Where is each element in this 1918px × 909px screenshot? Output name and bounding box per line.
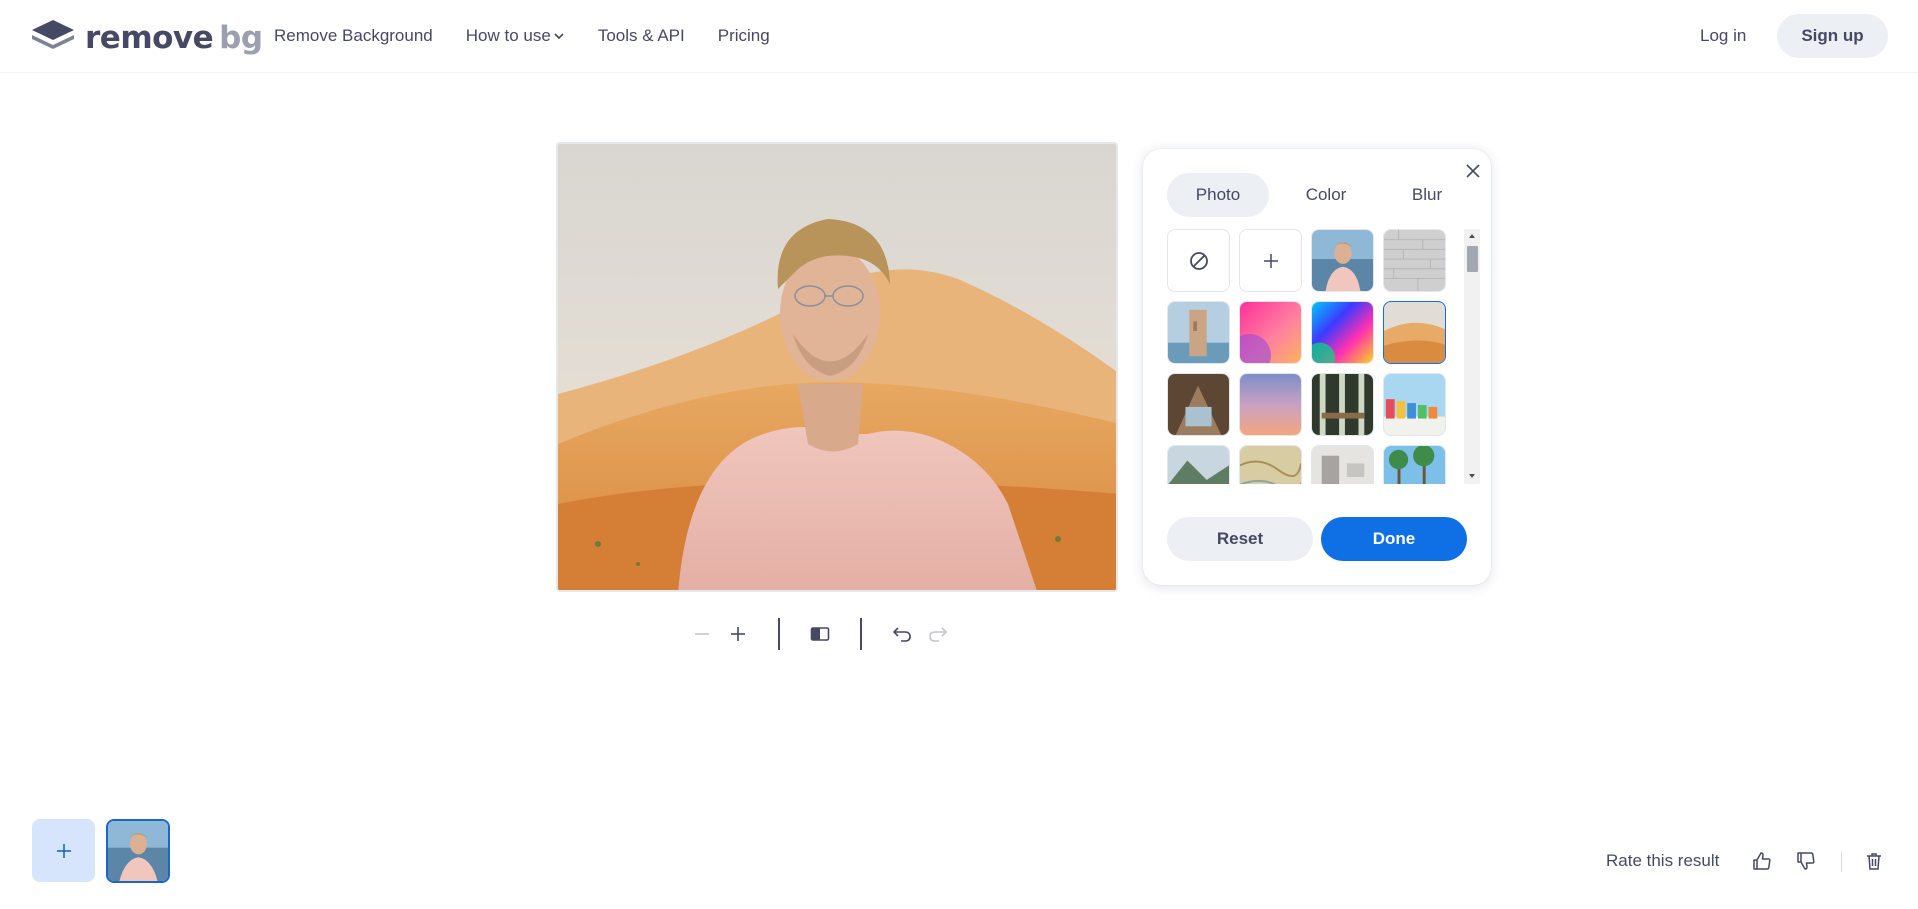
scroll-down-arrow-icon[interactable] (1467, 471, 1477, 481)
thumbs-down-icon (1797, 852, 1815, 870)
background-type-tabs: Photo Color Blur (1167, 173, 1471, 217)
background-thumb-original[interactable] (1311, 229, 1374, 292)
plus-icon (1263, 253, 1278, 268)
plus-icon (731, 627, 745, 641)
chevron-down-icon (554, 33, 564, 40)
thumb-image (1384, 446, 1445, 484)
thumb-image (1384, 230, 1445, 291)
rate-result-label: Rate this result (1606, 851, 1720, 870)
thumb-image (1240, 302, 1301, 363)
redo-button[interactable] (920, 617, 956, 651)
thumbs-up-button[interactable] (1749, 848, 1775, 874)
trash-icon (1867, 853, 1881, 870)
undo-icon (892, 627, 911, 642)
thumbs-down-button[interactable] (1793, 848, 1819, 874)
logo-wordmark: remove bg (85, 20, 263, 56)
thumb-image (1240, 374, 1301, 435)
thumb-image (1168, 302, 1229, 363)
delete-button[interactable] (1861, 848, 1887, 874)
background-thumb-map[interactable] (1239, 445, 1302, 484)
removebg-logo[interactable]: remove bg (31, 18, 263, 57)
nav-pricing[interactable]: Pricing (718, 24, 770, 48)
nav-label: How to use (465, 26, 551, 45)
undo-button[interactable] (884, 617, 920, 651)
background-thumb-brick-wall[interactable] (1383, 229, 1446, 292)
current-image-thumbnail[interactable] (106, 819, 170, 883)
background-thumb-mountain-valley[interactable] (1167, 445, 1230, 484)
footer-divider (1841, 852, 1842, 872)
reset-button[interactable]: Reset (1167, 517, 1313, 561)
background-thumb-office-room[interactable] (1311, 445, 1374, 484)
nav-tools-api[interactable]: Tools & API (598, 24, 685, 48)
nav-how-to-use[interactable]: How to use (466, 24, 565, 48)
done-button[interactable]: Done (1321, 517, 1467, 561)
logo-layers-icon (31, 18, 75, 57)
toolbar-divider (860, 618, 862, 650)
nav-remove-background[interactable]: Remove Background (274, 24, 433, 48)
signup-button[interactable]: Sign up (1777, 14, 1888, 58)
nav-label: Pricing (717, 26, 770, 45)
logo-word-remove: remove (85, 19, 214, 56)
no-background-icon (1189, 251, 1208, 270)
zoom-out-button[interactable] (684, 617, 720, 651)
thumb-image (108, 821, 168, 881)
tab-photo[interactable]: Photo (1167, 173, 1269, 217)
thumb-image (1384, 374, 1445, 435)
background-thumb-wooden-arch[interactable] (1167, 373, 1230, 436)
background-thumb-cafe-interior[interactable] (1311, 373, 1374, 436)
preview-toolbar (684, 617, 956, 651)
top-header: remove bg Remove Background How to use To… (0, 0, 1918, 73)
add-image-button[interactable] (32, 819, 95, 882)
thumb-image (1240, 446, 1301, 484)
upload-background-option[interactable] (1239, 229, 1302, 292)
minus-icon (695, 633, 709, 635)
background-thumb-desert[interactable] (1383, 301, 1446, 364)
main-nav: Remove Background How to use Tools & API… (274, 24, 803, 48)
nav-label: Remove Background (274, 26, 433, 45)
background-thumb-ruins[interactable] (1167, 301, 1230, 364)
thumb-image (1312, 446, 1373, 484)
background-thumb-pink-gradient[interactable] (1239, 301, 1302, 364)
background-thumb-rainbow-gradient[interactable] (1311, 301, 1374, 364)
no-background-option[interactable] (1167, 229, 1230, 292)
thumb-image (1312, 230, 1373, 291)
tab-color[interactable]: Color (1269, 173, 1383, 217)
thumbnail-scrollbar[interactable] (1464, 229, 1480, 484)
thumbs-up-icon (1753, 852, 1771, 870)
scrollbar-thumb[interactable] (1467, 246, 1478, 272)
zoom-in-button[interactable] (720, 617, 756, 651)
tab-blur[interactable]: Blur (1383, 173, 1471, 217)
desert-portrait-image (558, 144, 1116, 590)
background-thumb-beach-huts[interactable] (1383, 373, 1446, 436)
thumb-image (1312, 374, 1373, 435)
logo-word-bg: bg (219, 19, 263, 56)
compare-button[interactable] (802, 617, 838, 651)
thumb-image (1168, 446, 1229, 484)
edited-photo-preview[interactable] (556, 142, 1118, 592)
toolbar-divider (778, 618, 780, 650)
plus-icon (56, 843, 71, 858)
background-thumbnail-grid (1167, 229, 1467, 484)
thumb-image (1168, 374, 1229, 435)
background-thumb-sunset-sky[interactable] (1239, 373, 1302, 436)
compare-split-icon (810, 627, 830, 641)
nav-label: Tools & API (597, 26, 685, 45)
login-link[interactable]: Log in (1700, 24, 1746, 48)
thumb-image (1384, 302, 1445, 363)
background-thumb-palm-beach[interactable] (1383, 445, 1446, 484)
redo-icon (929, 627, 948, 642)
background-editor-panel: Photo Color Blur Reset Done (1143, 149, 1491, 585)
scroll-up-arrow-icon[interactable] (1467, 231, 1477, 241)
thumb-image (1312, 302, 1373, 363)
